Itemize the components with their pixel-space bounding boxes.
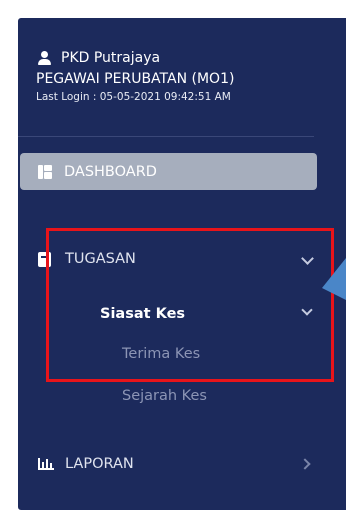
user-info: PKD Putrajaya PEGAWAI PERUBATAN (MO1) La… <box>36 48 336 103</box>
sidebar-item-dashboard-label: DASHBOARD <box>64 163 157 180</box>
user-name: PKD Putrajaya <box>61 50 161 66</box>
dashboard-icon <box>38 164 52 179</box>
chart-icon <box>38 457 54 471</box>
sidebar-item-laporan[interactable]: LAPORAN <box>38 456 134 472</box>
user-name-row: PKD Putrajaya <box>36 48 336 68</box>
sidebar-item-dashboard[interactable]: DASHBOARD <box>20 153 317 190</box>
annotation-highlight-box <box>46 228 334 382</box>
user-role: PEGAWAI PERUBATAN (MO1) <box>36 71 235 87</box>
sidebar-item-sejarah-kes[interactable]: Sejarah Kes <box>122 388 207 404</box>
divider <box>18 136 314 137</box>
user-icon <box>36 50 52 66</box>
last-login: Last Login : 05-05-2021 09:42:51 AM <box>36 91 231 103</box>
sidebar-item-laporan-label: LAPORAN <box>65 456 134 472</box>
